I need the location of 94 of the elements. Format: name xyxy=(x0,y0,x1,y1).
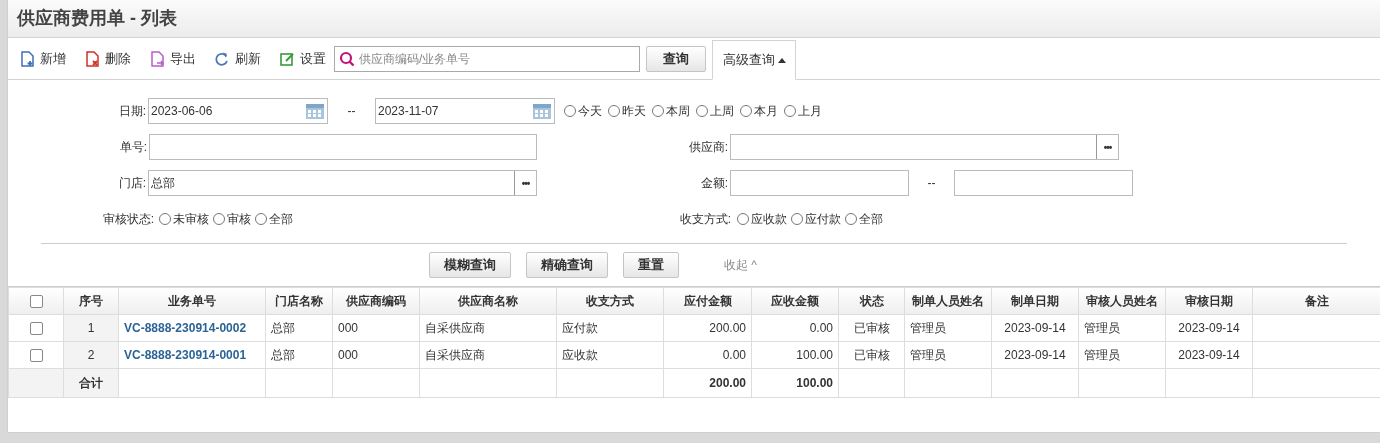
table-cell: 自采供应商 xyxy=(425,321,485,335)
toolbar-button[interactable]: 设置 xyxy=(279,48,326,69)
toolbar-button[interactable]: 导出 xyxy=(149,48,196,69)
column-header: 应付金额 xyxy=(663,287,752,315)
date-field[interactable]: 2023-06-06 xyxy=(148,98,328,124)
table-cell: 2 xyxy=(87,348,95,362)
action-button[interactable]: 重置 xyxy=(623,252,679,278)
input-field[interactable] xyxy=(954,170,1133,196)
table-cell: 管理员 xyxy=(910,321,946,335)
field-label: 日期: xyxy=(117,103,147,120)
advanced-search-tab[interactable]: 高级查询 xyxy=(712,40,796,80)
caret-icon xyxy=(777,57,786,63)
radio-option[interactable]: 今天 xyxy=(564,102,602,120)
row-checkbox[interactable] xyxy=(29,349,43,363)
input-field[interactable] xyxy=(149,134,537,160)
radio-option[interactable]: 应付款 xyxy=(791,210,841,228)
search-field[interactable]: 供应商编码/业务单号 xyxy=(334,45,640,72)
edit-icon xyxy=(279,50,295,67)
table-cell: 200.00 xyxy=(709,321,746,335)
table-cell: 2023-09-14 xyxy=(1004,321,1066,335)
radio-option[interactable]: 审核 xyxy=(213,210,251,228)
column-header: 备注 xyxy=(1252,287,1380,315)
column-header: 制单人员姓名 xyxy=(904,287,992,315)
table-cell: 应付款 xyxy=(562,321,598,335)
table-cell: 应收款 xyxy=(562,348,598,362)
table-cell: 000 xyxy=(338,321,359,335)
toolbar-button[interactable]: 新增 xyxy=(19,48,66,69)
page-title: 供应商费用单 - 列表 xyxy=(17,7,177,30)
calendar-icon xyxy=(305,102,325,120)
total-cell: 200.00 xyxy=(709,376,746,390)
range-separator: -- xyxy=(926,175,937,192)
collapse-link[interactable]: 收起 ^ xyxy=(724,256,757,274)
field-label: 审核状态: xyxy=(101,211,155,228)
field-label: 供应商: xyxy=(687,139,729,156)
column-header: 审核人员姓名 xyxy=(1078,287,1166,315)
table-cell: 总部 xyxy=(271,348,295,362)
radio-option[interactable]: 本月 xyxy=(740,102,778,120)
table-cell: 总部 xyxy=(271,321,295,335)
radio-option[interactable]: 昨天 xyxy=(608,102,646,120)
select-all-checkbox[interactable] xyxy=(29,295,43,309)
table-cell: 管理员 xyxy=(1084,321,1120,335)
column-header: 应收金额 xyxy=(751,287,839,315)
column-header: 收支方式 xyxy=(556,287,664,315)
calendar-icon xyxy=(532,102,552,120)
table-cell: 2023-09-14 xyxy=(1178,348,1240,362)
date-field[interactable]: 2023-11-07 xyxy=(375,98,555,124)
radio-option[interactable]: 全部 xyxy=(255,210,293,228)
table-cell: 已审核 xyxy=(853,348,890,362)
table-cell: 2023-09-14 xyxy=(1178,321,1240,335)
radio-option[interactable]: 全部 xyxy=(845,210,883,228)
table-cell: 0.00 xyxy=(722,348,746,362)
row-checkbox[interactable] xyxy=(29,322,43,336)
file-x-icon xyxy=(84,50,100,67)
action-button[interactable]: 精确查询 xyxy=(526,252,608,278)
table-cell: 1 xyxy=(87,321,95,335)
refresh-icon xyxy=(214,50,230,67)
store-picker[interactable]: 总部 ••• xyxy=(148,170,537,196)
field-label: 单号: xyxy=(118,139,148,156)
radio-option[interactable]: 未审核 xyxy=(159,210,209,228)
table-cell: 管理员 xyxy=(1084,348,1120,362)
table-cell: 自采供应商 xyxy=(425,348,485,362)
table-cell: 100.00 xyxy=(796,348,833,362)
search-icon xyxy=(339,50,355,67)
action-button[interactable]: 模糊查询 xyxy=(429,252,511,278)
input-field[interactable] xyxy=(730,170,909,196)
radio-option[interactable]: 应收款 xyxy=(737,210,787,228)
column-header: 审核日期 xyxy=(1165,287,1253,315)
column-header: 供应商名称 xyxy=(419,287,557,315)
field-label: 金额: xyxy=(699,175,729,192)
radio-option[interactable]: 本周 xyxy=(652,102,690,120)
search-button[interactable]: 查询 xyxy=(646,45,706,72)
table-cell: 管理员 xyxy=(910,348,946,362)
column-header: 供应商编码 xyxy=(332,287,420,315)
column-header: 制单日期 xyxy=(991,287,1079,315)
radio-option[interactable]: 上月 xyxy=(784,102,822,120)
column-header: 序号 xyxy=(63,287,119,315)
file-plus-icon xyxy=(19,50,35,67)
table-cell: 已审核 xyxy=(853,321,890,335)
column-header: 业务单号 xyxy=(118,287,266,315)
toolbar-button[interactable]: 刷新 xyxy=(214,48,261,69)
table-cell: 0.00 xyxy=(809,321,833,335)
file-arrow-icon xyxy=(149,50,165,67)
table-cell: 000 xyxy=(338,348,359,362)
supplier-picker[interactable]: ••• xyxy=(730,134,1119,160)
radio-option[interactable]: 上周 xyxy=(696,102,734,120)
range-separator: -- xyxy=(346,103,357,120)
column-header: 门店名称 xyxy=(265,287,333,315)
field-label: 门店: xyxy=(117,175,147,192)
total-cell: 100.00 xyxy=(796,376,833,390)
column-header: 状态 xyxy=(838,287,905,315)
table-cell: 2023-09-14 xyxy=(1004,348,1066,362)
field-label: 收支方式: xyxy=(678,211,732,228)
total-label: 合计 xyxy=(79,376,103,390)
toolbar-button[interactable]: 删除 xyxy=(84,48,131,69)
